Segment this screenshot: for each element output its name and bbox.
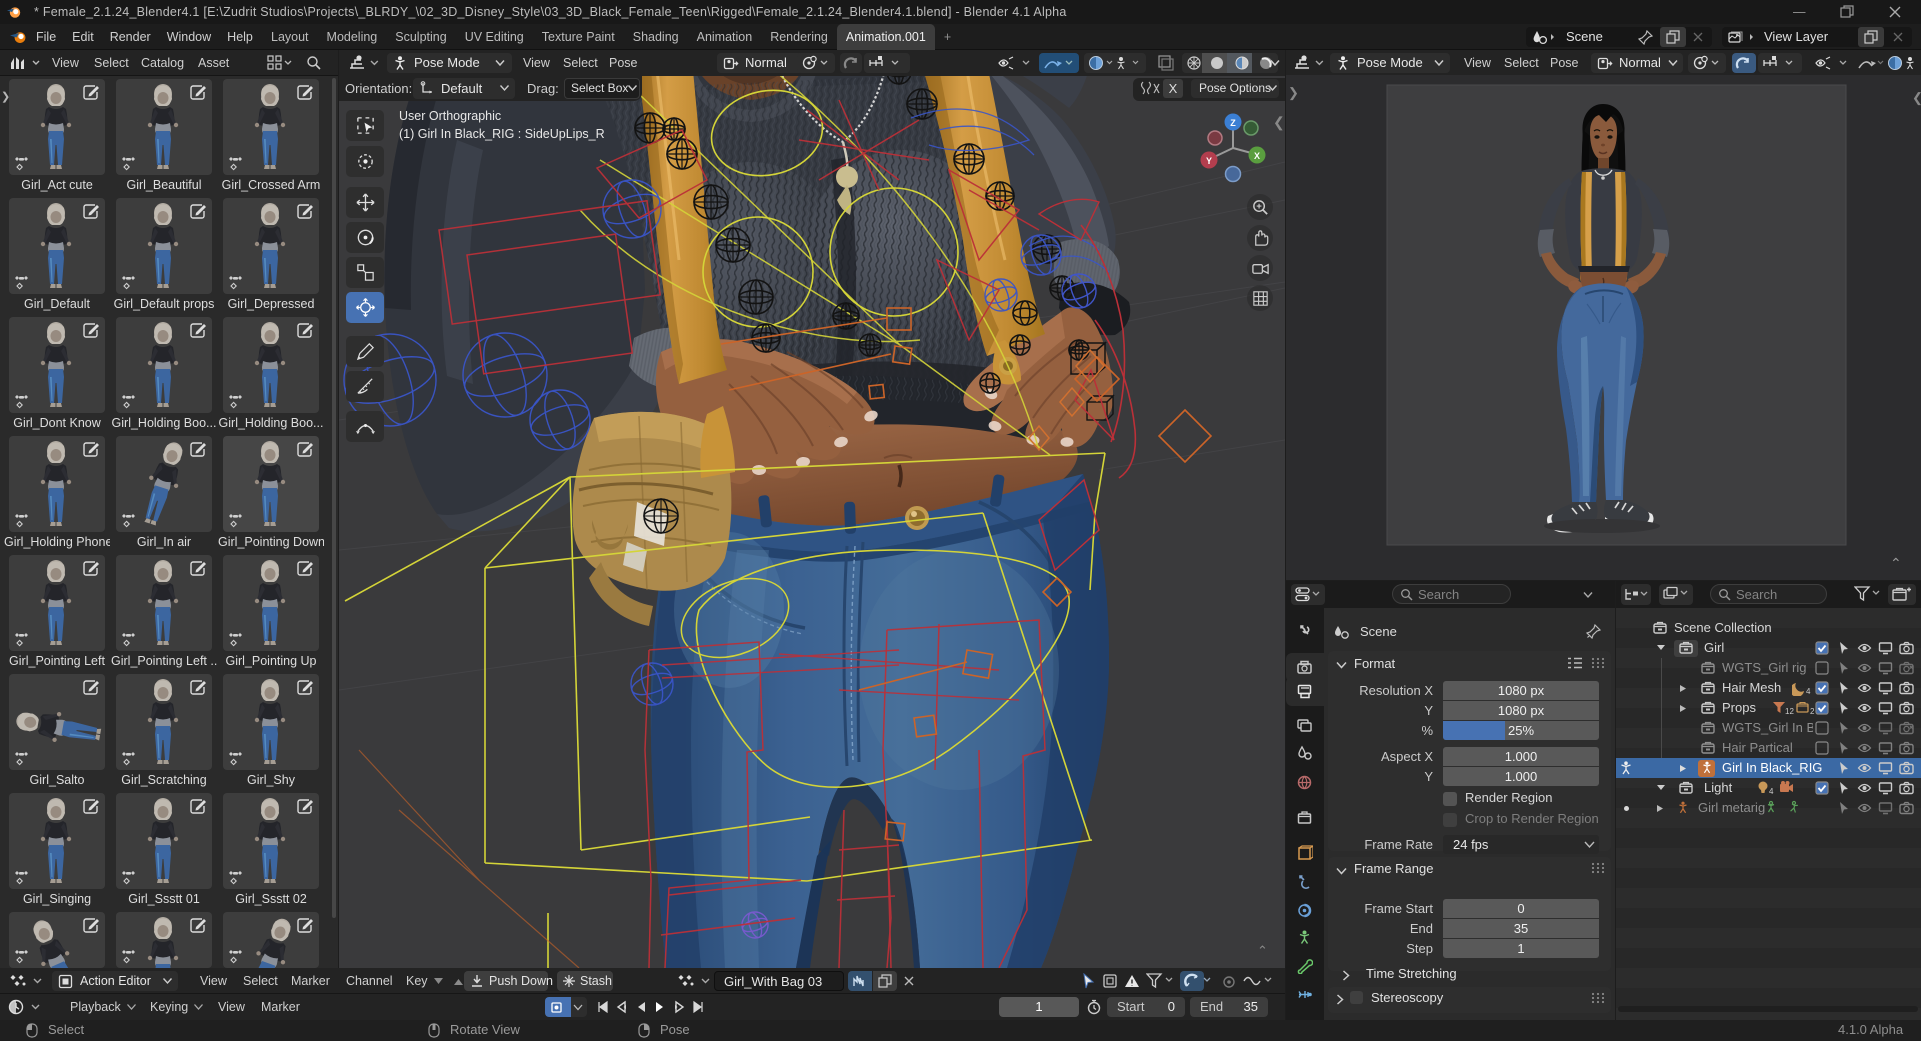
svg-text:X: X <box>1254 151 1260 161</box>
svg-text:12: 12 <box>1785 707 1794 716</box>
svg-text:4: 4 <box>1769 787 1774 796</box>
svg-text:Y: Y <box>1206 156 1212 166</box>
svg-text:Z: Z <box>1230 118 1236 128</box>
svg-text:4: 4 <box>1806 687 1811 696</box>
